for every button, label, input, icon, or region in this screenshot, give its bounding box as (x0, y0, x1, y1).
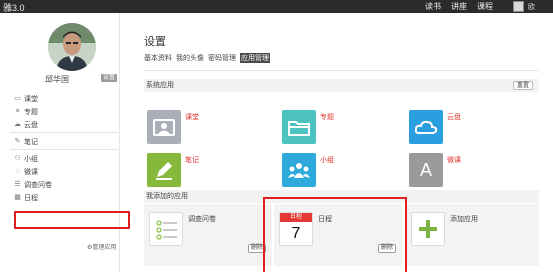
sidebar-item-cloud[interactable]: ☁ 云盘 (10, 118, 118, 131)
tab-basic-info[interactable]: 基本资料 (144, 53, 172, 63)
add-app-label: 添加应用 (450, 216, 478, 223)
sidebar-item-label: 云盘 (24, 121, 38, 129)
survey-icon: ☰ (14, 181, 21, 188)
manage-apps-link[interactable]: ⚙管理应用 (87, 242, 116, 251)
nav-course[interactable]: 课程 (477, 1, 493, 12)
user-name-mini[interactable]: 欧 (528, 2, 535, 12)
group-icon (282, 153, 316, 187)
sidebar-item-label: 小组 (24, 155, 38, 163)
stack-icon: ≡ (15, 108, 20, 115)
app-classroom[interactable]: 课堂 (140, 104, 262, 144)
app-topics[interactable]: 专题 (275, 104, 397, 144)
sidebar-menu: ▭ 课堂 ≡ 专题 ☁ 云盘 ✎ 笔记 ⚇ 小组 ◌ 微课 ☰ 调查问卷 ▦ 日… (10, 92, 118, 204)
calendar-icon: ▦ (14, 194, 21, 201)
profile-name: 邱华国 (45, 75, 69, 84)
tab-app-management[interactable]: 应用管理 (240, 53, 270, 63)
settings-tabs: 基本资料 我的头像 密码管理 应用管理 (144, 53, 270, 63)
main-content: 设置 基本资料 我的头像 密码管理 应用管理 系统应用 重置 课堂 专题 云盘 … (140, 13, 545, 272)
system-apps-header: 系统应用 重置 (144, 79, 539, 92)
app-card-survey[interactable]: 调查问卷 删除 (144, 204, 272, 266)
sidebar-item-group[interactable]: ⚇ 小组 (10, 152, 118, 165)
sidebar-item-notes[interactable]: ✎ 笔记 (10, 135, 118, 148)
cloud-icon (409, 110, 443, 144)
sidebar-item-topics[interactable]: ≡ 专题 (10, 105, 118, 118)
survey-icon (149, 212, 183, 246)
sidebar-item-label: 日程 (24, 194, 38, 202)
sidebar-divider (10, 149, 118, 150)
app-label: 笔记 (185, 157, 199, 164)
cloud-icon: ☁ (14, 121, 21, 128)
sidebar: 邱华国 设置 ▭ 课堂 ≡ 专题 ☁ 云盘 ✎ 笔记 ⚇ 小组 ◌ 微课 ☰ 调… (0, 13, 120, 272)
sidebar-item-schedule[interactable]: ▦ 日程 (10, 191, 118, 204)
page-title: 设置 (144, 36, 166, 48)
folder-icon (282, 110, 316, 144)
profile-settings-tag[interactable]: 设置 (101, 74, 117, 82)
app-label: 微课 (447, 157, 461, 164)
add-app-card[interactable]: 添加应用 (406, 204, 539, 266)
app-label: 课堂 (185, 114, 199, 121)
chat-icon: ◌ (15, 168, 20, 175)
app-label: 专题 (320, 114, 334, 121)
top-bar: 雅3.0 读书 讲座 课程 欧 (0, 0, 553, 13)
app-label: 小组 (320, 157, 334, 164)
divider (144, 70, 539, 71)
sidebar-item-microcourse[interactable]: ◌ 微课 (10, 165, 118, 178)
sidebar-divider (10, 132, 118, 133)
reset-button[interactable]: 重置 (513, 81, 533, 90)
sidebar-item-survey[interactable]: ☰ 调查问卷 (10, 178, 118, 191)
app-label: 调查问卷 (188, 216, 216, 223)
nav-reading[interactable]: 读书 (425, 1, 441, 12)
tab-password[interactable]: 密码管理 (208, 53, 236, 63)
app-group[interactable]: 小组 (275, 147, 397, 187)
sidebar-item-label: 调查问卷 (24, 181, 52, 189)
tab-avatar[interactable]: 我的头像 (176, 53, 204, 63)
app-microcourse[interactable]: A 微课 (402, 147, 524, 187)
plus-icon (411, 212, 445, 246)
note-pencil-icon (147, 153, 181, 187)
app-cloud[interactable]: 云盘 (402, 104, 524, 144)
manage-apps-label: 管理应用 (92, 245, 117, 251)
schedule-card-highlight (263, 197, 407, 272)
sidebar-item-label: 专题 (24, 108, 38, 116)
avatar[interactable] (48, 23, 96, 71)
sidebar-item-classroom[interactable]: ▭ 课堂 (10, 92, 118, 105)
top-nav: 读书 讲座 课程 (425, 1, 493, 12)
added-apps-heading: 我添加的应用 (146, 193, 188, 200)
schedule-highlight-box (14, 211, 130, 229)
app-notes[interactable]: 笔记 (140, 147, 262, 187)
user-avatar-mini[interactable] (513, 1, 524, 12)
monitor-icon: ▭ (14, 95, 21, 102)
app-label: 云盘 (447, 114, 461, 121)
sidebar-item-label: 微课 (24, 168, 38, 176)
system-apps-heading: 系统应用 (146, 82, 174, 89)
pencil-icon: ✎ (14, 138, 21, 145)
group-icon: ⚇ (14, 155, 21, 162)
classroom-icon (147, 110, 181, 144)
sidebar-item-label: 课堂 (24, 95, 38, 103)
letter-a-icon: A (409, 153, 443, 187)
sidebar-item-label: 笔记 (24, 138, 38, 146)
nav-lecture[interactable]: 讲座 (451, 1, 467, 12)
